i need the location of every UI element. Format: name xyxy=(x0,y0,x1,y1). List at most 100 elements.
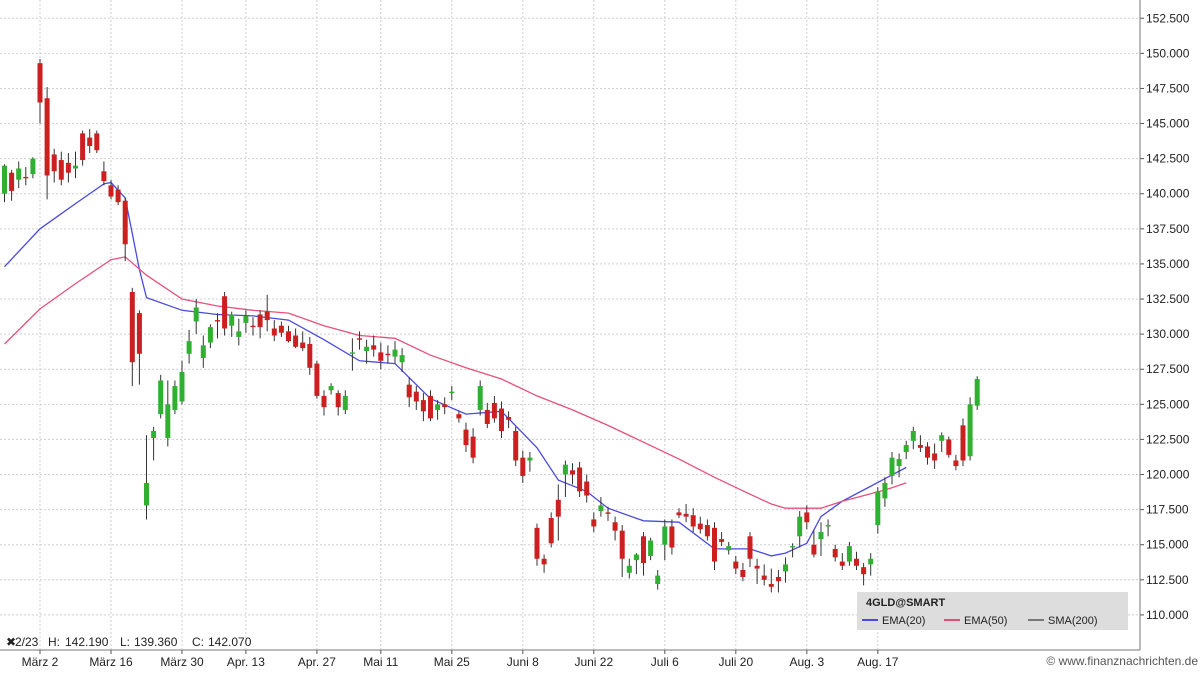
candle-body xyxy=(357,338,362,340)
candle-body xyxy=(144,482,149,506)
candle-body xyxy=(278,325,284,333)
candle-body xyxy=(513,430,519,461)
candle-body xyxy=(520,457,526,476)
candle-body xyxy=(697,523,703,530)
candle-body xyxy=(974,379,980,406)
y-tick-label: 142.500 xyxy=(1146,152,1190,166)
candle-body xyxy=(101,171,107,182)
x-tick-label: Aug. 3 xyxy=(789,655,824,669)
candle-body xyxy=(328,386,334,391)
candle-body xyxy=(23,176,29,179)
candle-body xyxy=(825,525,831,527)
candle-body xyxy=(882,482,888,499)
candle-body xyxy=(783,564,788,572)
candle-body xyxy=(406,384,412,398)
candle-body xyxy=(541,558,547,565)
candle-body xyxy=(264,311,270,321)
candlestick-chart: 152.500 150.000 147.500 145.000 142.500 140.0… xyxy=(0,0,1200,674)
legend-symbol: 4GLD@SMART xyxy=(866,597,945,609)
candle-body xyxy=(136,313,142,354)
candle-body xyxy=(321,395,327,408)
candle-body xyxy=(925,446,930,458)
candle-body xyxy=(87,137,93,147)
watermark: © www.finanznachrichten.de xyxy=(1046,654,1198,668)
y-tick-label: 132.500 xyxy=(1146,292,1190,306)
candle-body xyxy=(16,168,22,180)
candle-body xyxy=(506,416,512,420)
candle-body xyxy=(364,346,370,351)
candle-body xyxy=(44,98,50,176)
legend-label: SMA(200) xyxy=(1048,615,1098,627)
candle-body xyxy=(243,315,249,323)
candle-body xyxy=(73,165,78,169)
candle-body xyxy=(562,464,568,475)
candle-body xyxy=(811,544,817,555)
y-tick-label: 137.500 xyxy=(1146,222,1190,236)
candle-body xyxy=(775,576,781,582)
candle-body xyxy=(648,540,654,556)
candle-body xyxy=(577,467,583,492)
candle-body xyxy=(584,481,590,496)
candle-body xyxy=(932,453,938,461)
candle-body xyxy=(726,546,732,551)
info-low-value: 139.360 xyxy=(134,635,178,649)
candle-body xyxy=(200,345,206,358)
candle-body xyxy=(371,345,377,350)
candle-body xyxy=(917,445,923,448)
x-tick-label: Aug. 17 xyxy=(857,655,899,669)
x-tick-label: Apr. 27 xyxy=(298,655,336,669)
candle-body xyxy=(967,404,973,457)
candle-body xyxy=(768,584,774,587)
candle-body xyxy=(555,499,561,517)
candle-body xyxy=(669,526,675,548)
candle-body xyxy=(470,436,476,458)
y-tick-label: 117.500 xyxy=(1146,503,1189,517)
y-tick-label: 125.000 xyxy=(1146,397,1190,411)
candle-body xyxy=(215,320,220,322)
y-tick-label: 110.000 xyxy=(1146,608,1189,622)
y-tick-label: 120.000 xyxy=(1146,468,1190,482)
candle-body xyxy=(946,439,952,455)
candle-body xyxy=(818,532,824,540)
candle-body xyxy=(854,558,859,566)
candle-body xyxy=(207,327,213,343)
candle-body xyxy=(442,404,448,408)
y-tick-label: 140.000 xyxy=(1146,187,1190,201)
candle-body xyxy=(385,353,391,356)
candle-body xyxy=(939,435,945,441)
candle-body xyxy=(754,565,760,569)
candle-body xyxy=(655,575,661,585)
candle-body xyxy=(165,404,171,439)
y-tick-label: 112.500 xyxy=(1146,573,1189,587)
candle-body xyxy=(953,460,959,467)
candle-body xyxy=(2,165,7,194)
chart-svg: 152.500 150.000 147.500 145.000 142.500 140.0… xyxy=(0,0,1200,674)
candle-body xyxy=(861,567,867,575)
info-close-value: 142.070 xyxy=(208,635,252,649)
candle-body xyxy=(612,522,618,531)
x-tick-label: Mai 11 xyxy=(363,655,398,669)
candle-body xyxy=(193,307,199,322)
x-tick-label: Juni 8 xyxy=(507,655,539,669)
y-tick-label: 122.500 xyxy=(1146,432,1190,446)
candle-body xyxy=(435,404,441,410)
x-tick-label: Mai 25 xyxy=(434,655,470,669)
candle-body xyxy=(456,414,462,419)
candle xyxy=(974,376,980,410)
candle-body xyxy=(641,536,646,563)
candle-body xyxy=(271,328,277,336)
candle-body xyxy=(846,546,852,562)
candle-body xyxy=(889,457,895,476)
y-tick-label: 135.000 xyxy=(1146,257,1190,271)
candle-body xyxy=(80,133,86,161)
candle-body xyxy=(712,527,717,562)
candle-body xyxy=(832,548,838,558)
y-tick-label: 152.500 xyxy=(1146,11,1190,25)
candle-body xyxy=(172,386,178,410)
candle-body xyxy=(605,512,611,514)
y-tick-label: 127.500 xyxy=(1146,362,1190,376)
candle-body xyxy=(349,352,355,354)
info-high-value: 142.190 xyxy=(65,635,109,649)
candle xyxy=(94,130,100,154)
info-low-label: L: xyxy=(120,635,130,649)
